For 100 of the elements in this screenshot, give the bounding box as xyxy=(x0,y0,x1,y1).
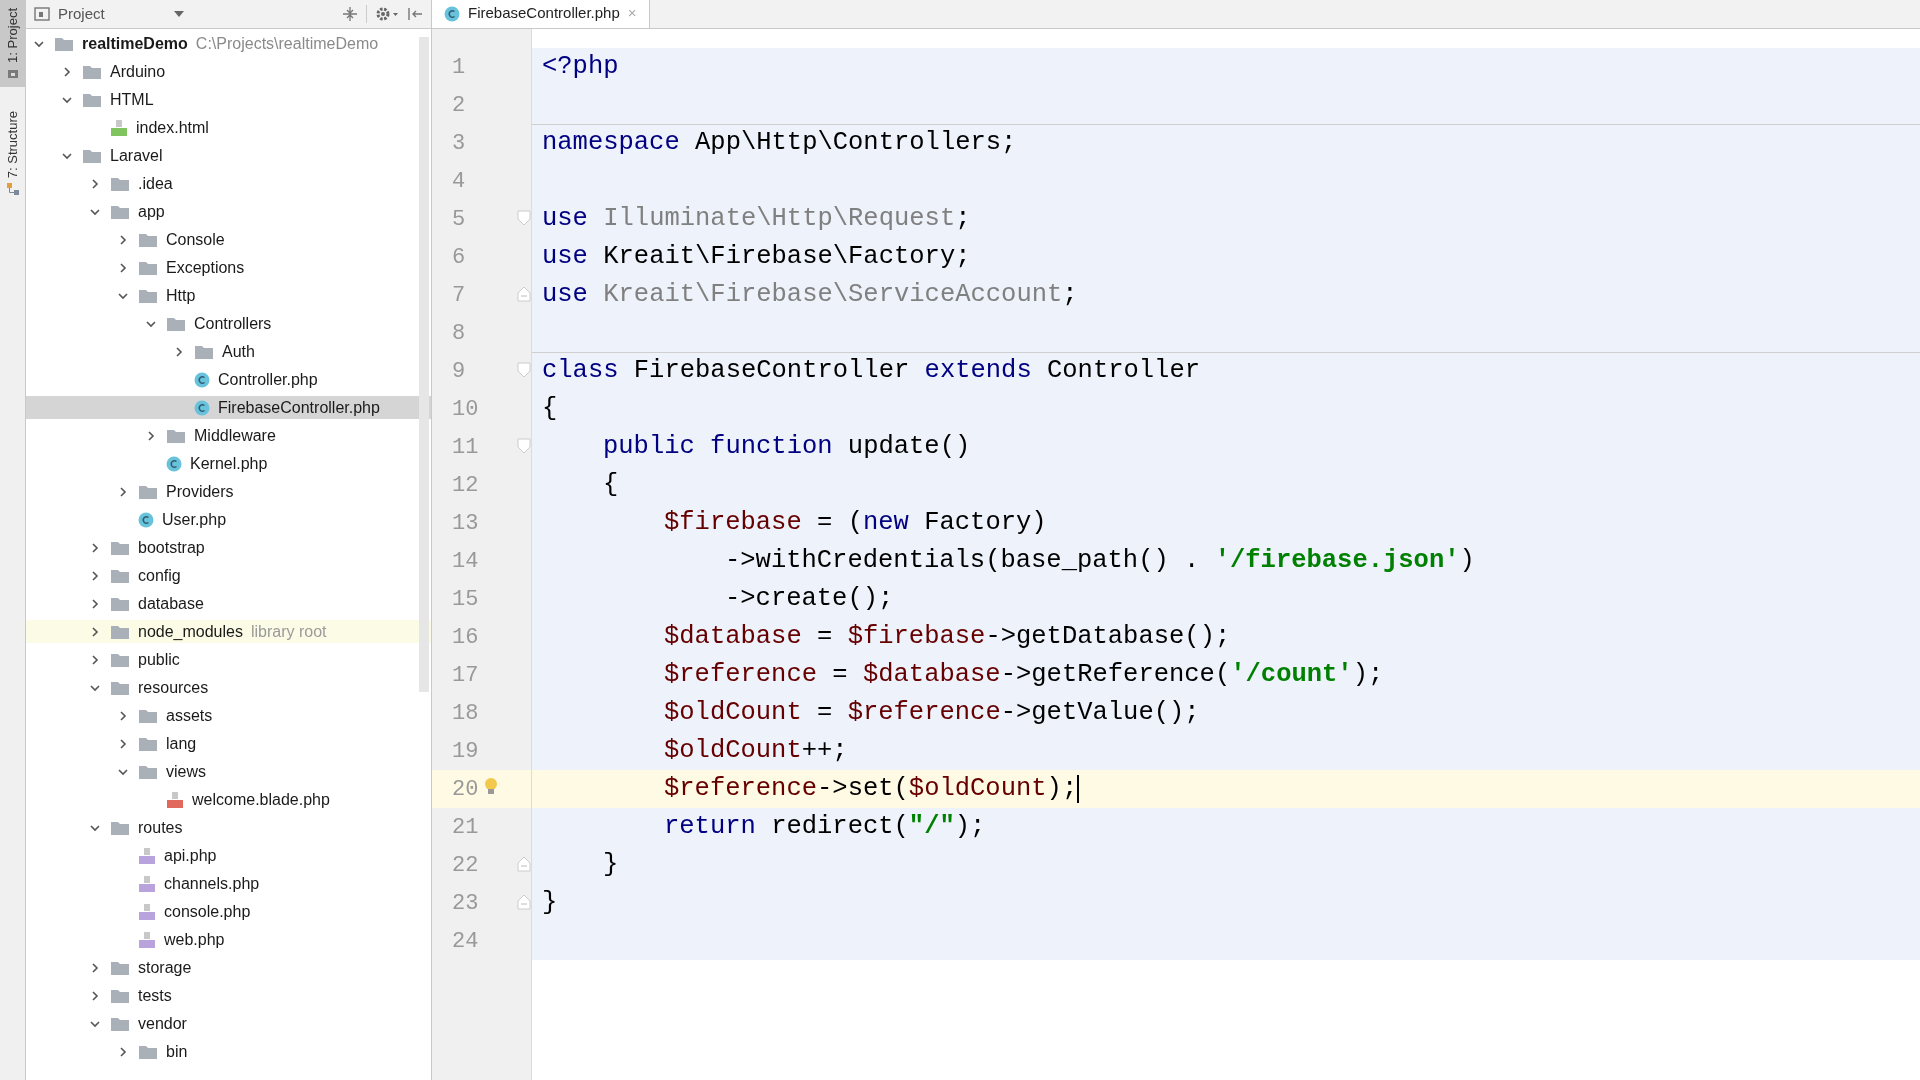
side-tab[interactable]: 1: Project xyxy=(0,0,25,87)
item-name: api.php xyxy=(164,845,217,866)
fold-marker-icon[interactable] xyxy=(517,286,531,302)
code-token: public function xyxy=(603,430,833,463)
fold-marker-icon[interactable] xyxy=(517,362,531,378)
fold-marker-icon[interactable] xyxy=(517,438,531,454)
side-tab[interactable]: 7: Structure xyxy=(0,102,25,205)
item-name: app xyxy=(138,201,165,222)
hide-panel-icon[interactable] xyxy=(407,6,423,22)
chevron-right-icon[interactable] xyxy=(89,961,101,974)
editor-tab[interactable]: FirebaseController.php × xyxy=(432,0,650,28)
scrollbar-thumb[interactable] xyxy=(419,37,429,692)
chevron-right-icon[interactable] xyxy=(89,625,101,638)
tree-item[interactable]: welcome.blade.php xyxy=(26,788,431,811)
caret-icon xyxy=(174,11,184,17)
chevron-right-icon[interactable] xyxy=(61,65,73,78)
tree-item[interactable]: config xyxy=(26,564,431,587)
tree-item[interactable]: bin xyxy=(26,1040,431,1063)
code-token: = ( xyxy=(816,506,863,539)
chevron-right-icon[interactable] xyxy=(173,345,185,358)
tree-item[interactable]: database xyxy=(26,592,431,615)
tree-item[interactable]: Arduino xyxy=(26,60,431,83)
tree-item[interactable]: vendor xyxy=(26,1012,431,1035)
lightbulb-icon[interactable] xyxy=(484,777,498,797)
tree-item[interactable]: assets xyxy=(26,704,431,727)
chevron-right-icon[interactable] xyxy=(117,233,129,246)
tree-item[interactable]: views xyxy=(26,760,431,783)
chevron-right-icon[interactable] xyxy=(89,177,101,190)
chevron-right-icon[interactable] xyxy=(117,261,129,274)
tree-item[interactable]: Http xyxy=(26,284,431,307)
tree-item[interactable]: User.php xyxy=(26,508,431,531)
tree-item[interactable]: bootstrap xyxy=(26,536,431,559)
tree-item[interactable]: Kernel.php xyxy=(26,452,431,475)
tree-item[interactable]: Providers xyxy=(26,480,431,503)
code-token: ) xyxy=(1459,544,1475,577)
tree-item[interactable]: console.php xyxy=(26,900,431,923)
tree-item[interactable]: FirebaseController.php xyxy=(26,396,431,419)
tree-item[interactable]: Exceptions xyxy=(26,256,431,279)
item-name: Console xyxy=(166,229,225,250)
tree-item[interactable]: channels.php xyxy=(26,872,431,895)
chevron-right-icon[interactable] xyxy=(89,541,101,554)
chevron-right-icon[interactable] xyxy=(145,429,157,442)
folder-icon xyxy=(110,679,130,696)
chevron-right-icon[interactable] xyxy=(117,709,129,722)
folder-icon xyxy=(82,91,102,108)
folder-icon xyxy=(138,735,158,752)
code-token: ); xyxy=(1352,658,1384,691)
code-token: '/count' xyxy=(1230,658,1353,691)
chevron-right-icon[interactable] xyxy=(117,1045,129,1058)
fold-marker-icon[interactable] xyxy=(517,210,531,226)
code-token: new xyxy=(862,506,909,539)
tree-item[interactable]: Middleware xyxy=(26,424,431,447)
code-token: = xyxy=(816,696,834,729)
chevron-right-icon[interactable] xyxy=(117,485,129,498)
collapse-all-icon[interactable] xyxy=(342,6,358,22)
tree-item[interactable]: realtimeDemo C:\Projects\realtimeDemo xyxy=(26,32,431,55)
code-token: $oldCount xyxy=(664,696,802,729)
tree-item[interactable]: storage xyxy=(26,956,431,979)
item-name: HTML xyxy=(110,89,154,110)
chevron-right-icon[interactable] xyxy=(117,737,129,750)
settings-icon[interactable] xyxy=(375,6,399,22)
tree-item[interactable]: HTML xyxy=(26,88,431,111)
chevron-right-icon[interactable] xyxy=(89,597,101,610)
tree-item[interactable]: web.php xyxy=(26,928,431,951)
tree-item[interactable]: routes xyxy=(26,816,431,839)
line-number: 24 xyxy=(452,927,479,956)
code-token: } xyxy=(542,886,558,919)
tree-item[interactable]: api.php xyxy=(26,844,431,867)
item-name: routes xyxy=(138,817,183,838)
item-name: bootstrap xyxy=(138,537,205,558)
code-token: } xyxy=(603,848,619,881)
line-number: 7 xyxy=(452,281,466,310)
folder-icon xyxy=(138,287,158,304)
tree-item[interactable]: Controller.php xyxy=(26,368,431,391)
tree-item[interactable]: app xyxy=(26,200,431,223)
chevron-right-icon[interactable] xyxy=(89,653,101,666)
item-name: Controller.php xyxy=(218,369,318,390)
tree-item[interactable]: Controllers xyxy=(26,312,431,335)
chevron-right-icon[interactable] xyxy=(89,569,101,582)
tree-item[interactable]: lang xyxy=(26,732,431,755)
item-name: welcome.blade.php xyxy=(192,789,330,810)
item-name: Exceptions xyxy=(166,257,245,278)
fold-marker-icon[interactable] xyxy=(517,856,531,872)
tree-item[interactable]: tests xyxy=(26,984,431,1007)
class-icon xyxy=(444,5,460,22)
tree-item[interactable]: node_modules library root xyxy=(26,620,431,643)
item-name: assets xyxy=(166,705,213,726)
view-dropdown[interactable]: Project xyxy=(34,2,184,26)
fold-marker-icon[interactable] xyxy=(517,894,531,910)
tree-item[interactable]: index.html xyxy=(26,116,431,139)
tree-item[interactable]: Laravel xyxy=(26,144,431,167)
tree-item[interactable]: .idea xyxy=(26,172,431,195)
item-name: Providers xyxy=(166,481,234,502)
tree-item[interactable]: resources xyxy=(26,676,431,699)
tree-item[interactable]: public xyxy=(26,648,431,671)
tree-item[interactable]: Console xyxy=(26,228,431,251)
code-token: ; xyxy=(1062,278,1078,311)
class-icon xyxy=(166,455,182,472)
tree-item[interactable]: Auth xyxy=(26,340,431,363)
chevron-right-icon[interactable] xyxy=(89,989,101,1002)
